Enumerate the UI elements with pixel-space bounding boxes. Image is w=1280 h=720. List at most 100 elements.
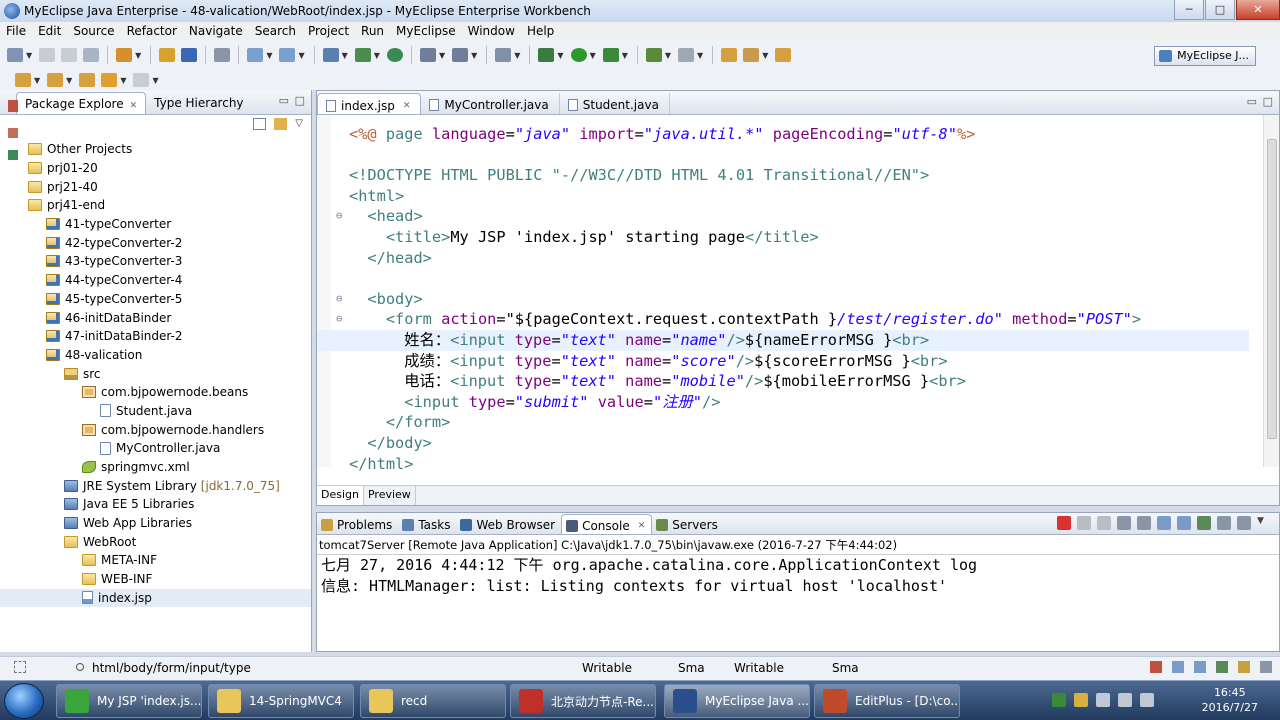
- restore-icon[interactable]: [8, 100, 18, 112]
- maximize-icon[interactable]: □: [1263, 95, 1273, 108]
- chevron-down-icon[interactable]: ▼: [1257, 516, 1271, 530]
- tree-item[interactable]: src: [0, 364, 311, 383]
- taskbar-button[interactable]: MyEclipse Java ...: [664, 684, 810, 718]
- debug-icon[interactable]: [538, 48, 555, 62]
- chevron-down-icon[interactable]: ▼: [26, 51, 32, 60]
- tab-index-jsp[interactable]: index.jsp ✕: [317, 93, 422, 114]
- web-browser-icon[interactable]: [386, 48, 403, 62]
- chevron-down-icon[interactable]: ▼: [557, 51, 563, 60]
- code-line[interactable]: <html>: [317, 186, 1249, 207]
- tree-item[interactable]: prj01-20: [0, 159, 311, 178]
- menu-window[interactable]: Window: [462, 24, 521, 38]
- new-icon[interactable]: [7, 48, 23, 62]
- code-line[interactable]: [317, 268, 1249, 289]
- menu-project[interactable]: Project: [302, 24, 355, 38]
- next-annotation-icon[interactable]: [15, 73, 31, 87]
- code-line[interactable]: <%@ page language="java" import="java.ut…: [317, 124, 1249, 145]
- tree-item[interactable]: WEB-INF: [0, 570, 311, 589]
- tree-item[interactable]: prj41-end: [0, 196, 311, 215]
- tree-item[interactable]: com.bjpowernode.beans: [0, 383, 311, 402]
- prev-annotation-icon[interactable]: [47, 73, 64, 87]
- close-icon[interactable]: ✕: [130, 101, 138, 111]
- taskbar-button[interactable]: 北京动力节点-Re...: [510, 684, 656, 718]
- menu-file[interactable]: File: [0, 24, 32, 38]
- code-line[interactable]: 电话：<input type="text" name="mobile"/>${m…: [317, 371, 1249, 392]
- tree-item[interactable]: 48-valication: [0, 346, 311, 365]
- tab-design[interactable]: Design: [317, 486, 364, 505]
- minimize-icon[interactable]: ▭: [1247, 95, 1257, 108]
- tab-servers[interactable]: Servers: [652, 514, 724, 534]
- status-icon[interactable]: [1238, 661, 1250, 673]
- code-line[interactable]: ⊖ <head>: [317, 206, 1249, 227]
- taskbar-button[interactable]: recd: [360, 684, 506, 718]
- print-icon[interactable]: [83, 48, 100, 62]
- web-search-icon[interactable]: [279, 48, 296, 62]
- tree-item[interactable]: com.bjpowernode.handlers: [0, 420, 311, 439]
- chevron-down-icon[interactable]: ▼: [34, 76, 40, 85]
- tree-item[interactable]: Other Projects: [0, 140, 311, 159]
- chevron-down-icon[interactable]: ▼: [622, 51, 628, 60]
- chevron-down-icon[interactable]: ▼: [135, 51, 141, 60]
- taskbar-button[interactable]: 14-SpringMVC4: [208, 684, 354, 718]
- menu-search[interactable]: Search: [249, 24, 302, 38]
- tab-tasks[interactable]: Tasks: [398, 514, 456, 534]
- tab-package-explorer[interactable]: Package Explore ✕: [16, 92, 147, 114]
- forward-icon[interactable]: [133, 73, 150, 87]
- keyboard-icon[interactable]: [1140, 693, 1154, 707]
- tab-preview[interactable]: Preview: [364, 486, 416, 505]
- run-icon[interactable]: [570, 48, 587, 62]
- volume-icon[interactable]: [1118, 693, 1132, 707]
- show-on-error-icon[interactable]: [1177, 516, 1191, 530]
- open-perspective-icon[interactable]: [419, 48, 436, 62]
- chevron-down-icon[interactable]: ▼: [697, 51, 703, 60]
- chevron-down-icon[interactable]: ▼: [152, 76, 158, 85]
- chevron-down-icon[interactable]: ▼: [590, 51, 596, 60]
- code-line[interactable]: <input type="submit" value="注册"/>: [317, 392, 1249, 413]
- chevron-down-icon[interactable]: ▼: [439, 51, 445, 60]
- scroll-lock-icon[interactable]: [1137, 516, 1151, 530]
- hierarchy-icon[interactable]: [8, 128, 18, 138]
- chevron-down-icon[interactable]: ▼: [514, 51, 520, 60]
- save-all-icon[interactable]: [61, 48, 78, 62]
- code-line[interactable]: <!DOCTYPE HTML PUBLIC "-//W3C//DTD HTML …: [317, 165, 1249, 186]
- tree-item[interactable]: Web App Libraries: [0, 514, 311, 533]
- minimize-icon[interactable]: ▭: [279, 94, 289, 107]
- code-line[interactable]: 姓名：<input type="text" name="name"/>${nam…: [317, 329, 1249, 351]
- tree-item[interactable]: index.jsp: [0, 588, 311, 608]
- menu-refactor[interactable]: Refactor: [121, 24, 183, 38]
- minimize-button[interactable]: ─: [1174, 0, 1204, 20]
- menu-help[interactable]: Help: [521, 24, 560, 38]
- display-console-icon[interactable]: [1217, 516, 1231, 530]
- tree-item[interactable]: 42-typeConverter-2: [0, 233, 311, 252]
- code-line[interactable]: 成绩：<input type="text" name="score"/>${sc…: [317, 351, 1249, 372]
- terminal-icon[interactable]: [495, 48, 512, 62]
- tree-item[interactable]: MyController.java: [0, 439, 311, 458]
- tree-item[interactable]: WebRoot: [0, 532, 311, 551]
- folder-open-icon[interactable]: [721, 48, 738, 62]
- status-icon[interactable]: [1260, 661, 1272, 673]
- brush-icon[interactable]: [743, 48, 760, 62]
- code-line[interactable]: </body>: [317, 433, 1249, 454]
- close-icon[interactable]: ✕: [638, 521, 646, 531]
- close-icon[interactable]: ✕: [403, 101, 411, 111]
- tree-item[interactable]: 45-typeConverter-5: [0, 290, 311, 309]
- tree-item[interactable]: prj21-40: [0, 177, 311, 196]
- taskbar-button[interactable]: My JSP 'index.js...: [56, 684, 202, 718]
- perspective-button[interactable]: MyEclipse J...: [1154, 46, 1256, 66]
- chevron-down-icon[interactable]: ▼: [762, 51, 768, 60]
- start-button[interactable]: [4, 683, 44, 719]
- show-on-output-icon[interactable]: [1157, 516, 1171, 530]
- code-line[interactable]: [317, 145, 1249, 166]
- code-line[interactable]: <title>My JSP 'index.jsp' starting page<…: [317, 227, 1249, 248]
- refresh-icon[interactable]: [645, 48, 662, 62]
- tree-item[interactable]: 44-typeConverter-4: [0, 271, 311, 290]
- status-icon[interactable]: [1172, 661, 1184, 673]
- back-icon[interactable]: [101, 73, 118, 87]
- code-line[interactable]: ⊖ <form action="${pageContext.request.co…: [317, 309, 1249, 330]
- last-edit-icon[interactable]: [79, 73, 96, 87]
- chevron-down-icon[interactable]: ▼: [471, 51, 477, 60]
- tab-web-browser[interactable]: Web Browser: [456, 514, 561, 534]
- globe-icon[interactable]: [452, 48, 469, 62]
- save-icon[interactable]: [39, 48, 56, 62]
- close-button[interactable]: ✕: [1236, 0, 1280, 20]
